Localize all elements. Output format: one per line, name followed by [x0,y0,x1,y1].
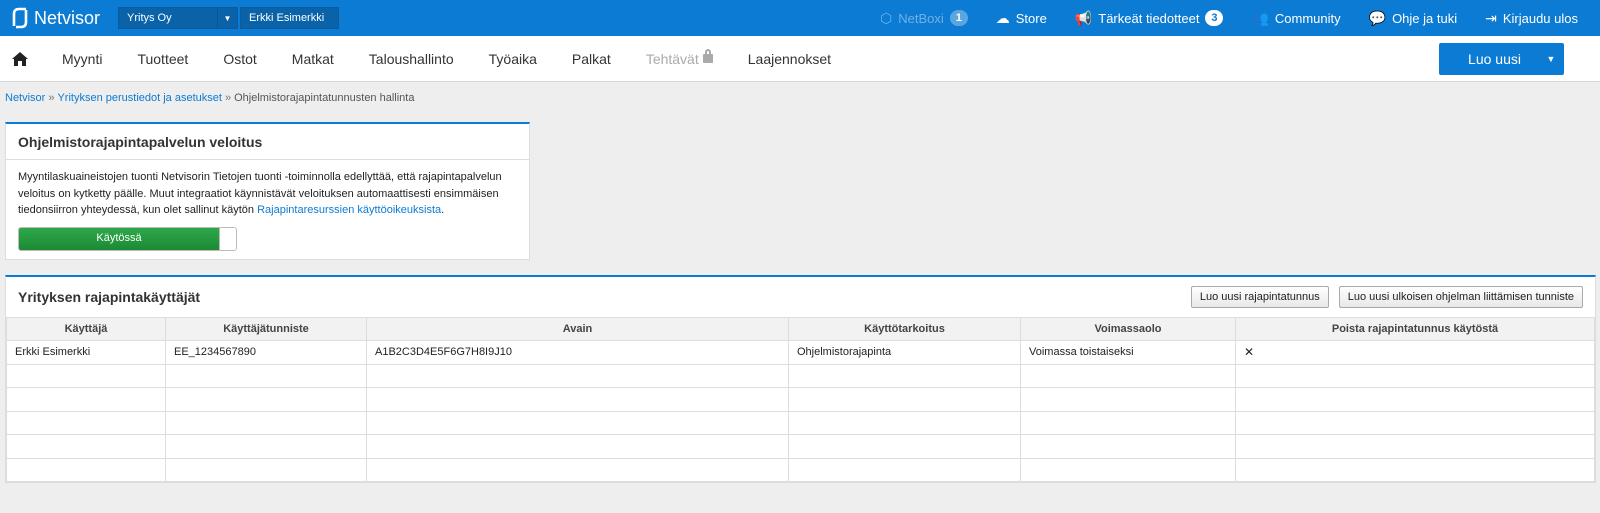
nav-tyoaika[interactable]: Työaika [489,51,537,67]
breadcrumb-separator: » [224,92,232,104]
logo[interactable]: Netvisor [10,6,118,30]
netvisor-logo-icon [12,7,28,29]
cell-user: Erkki Esimerkki [6,340,166,365]
table-row: Erkki Esimerkki EE_1234567890 A1B2C3D4E5… [6,340,1595,365]
breadcrumb-company-settings[interactable]: Yrityksen perustiedot ja asetukset [57,92,221,104]
new-external-id-button[interactable]: Luo uusi ulkoisen ohjelman liittämisen t… [1338,286,1583,308]
column-header[interactable]: Voimassaolo [1020,317,1236,341]
cell-user-id: EE_1234567890 [165,340,367,365]
help-label: Ohje ja tuki [1392,10,1458,26]
cell-key: A1B2C3D4E5F6G7H8I9J10 [366,340,789,365]
new-api-id-button[interactable]: Luo uusi rajapintatunnus [1190,286,1329,308]
logout-icon: ⇥ [1485,9,1497,26]
announcements-link[interactable]: 📢 Tärkeät tiedotteet 3 [1075,10,1224,27]
logout-label: Kirjaudu ulos [1502,10,1578,26]
table-row [6,410,1595,435]
nav-tuotteet[interactable]: Tuotteet [137,51,188,67]
lock-icon [702,48,713,63]
table-row [6,387,1595,412]
table-row [6,363,1595,388]
api-users-table: Käyttäjä Käyttäjätunniste Avain Käyttöta… [6,317,1595,482]
nav-myynti[interactable]: Myynti [62,51,102,67]
store-label: Store [1015,10,1047,26]
community-label: Community [1274,10,1341,26]
toggle-knob[interactable] [219,227,236,250]
cell-validity: Voimassa toistaiseksi [1020,340,1236,365]
netboxi-link[interactable]: ⬡ NetBoxi 1 [880,10,968,27]
user-select-value: Erkki Esimerkki [249,12,325,24]
column-header[interactable]: Käyttäjä [6,317,166,341]
cell-purpose: Ohjelmistorajapinta [788,340,1021,365]
billing-toggle-label: Käytössä [19,227,219,250]
nav-tehtavat-label: Tehtävät [645,50,699,67]
breadcrumb-separator: » [48,92,55,104]
community-link[interactable]: 👥 Community [1251,10,1340,27]
api-permissions-link[interactable]: Rajapintaresurssien käyttöoikeuksista [257,204,441,216]
caret-down-icon[interactable]: ▼ [1538,54,1564,64]
box-icon: ⬡ [879,9,893,26]
api-users-title: Yrityksen rajapintakäyttäjät [18,289,201,305]
netboxi-label: NetBoxi [898,10,944,26]
column-header[interactable]: Poista rajapintatunnus käytöstä [1235,317,1595,341]
chevron-down-icon[interactable]: ▼ [217,8,237,28]
column-header[interactable]: Käyttötarkoitus [788,317,1021,341]
company-select-value: Yritys Oy [127,12,172,24]
api-users-panel: Yrityksen rajapintakäyttäjät Luo uusi ra… [5,275,1596,483]
nav-matkat[interactable]: Matkat [292,51,334,67]
help-icon: 💬 [1368,9,1387,26]
breadcrumb: Netvisor» Yrityksen perustiedot ja asetuk… [0,82,1600,112]
billing-text-line1: Myyntilaskuaineistojen tuonti Netvisorin… [18,171,502,183]
logout-link[interactable]: ⇥ Kirjaudu ulos [1485,10,1578,27]
announcements-badge: 3 [1205,10,1224,26]
cloud-icon: ☁ [995,9,1010,26]
netboxi-badge: 1 [949,10,968,26]
logo-text: Netvisor [34,7,101,28]
announcements-label: Tärkeät tiedotteet [1098,10,1200,26]
main-nav: Myynti Tuotteet Ostot Matkat Taloushalli… [0,36,1600,82]
create-new-button[interactable]: Luo uusi ▼ [1439,42,1564,75]
nav-taloushallinto[interactable]: Taloushallinto [369,51,454,67]
help-link[interactable]: 💬 Ohje ja tuki [1369,10,1457,27]
breadcrumb-netvisor[interactable]: Netvisor [5,92,45,104]
nav-ostot[interactable]: Ostot [223,51,256,67]
create-new-label: Luo uusi [1468,50,1521,67]
table-row [6,434,1595,459]
billing-panel-title: Ohjelmistorajapintapalvelun veloitus [6,124,529,160]
billing-text-line3-wrap: tiedonsiirron yhteydessä, kun olet salli… [18,204,445,216]
column-header[interactable]: Käyttäjätunniste [165,317,367,341]
users-icon: 👥 [1251,9,1269,26]
table-row [6,457,1595,482]
home-icon[interactable] [12,51,28,66]
billing-panel: Ohjelmistorajapintapalvelun veloitus Myy… [5,122,530,260]
billing-toggle[interactable]: Käytössä [18,226,237,251]
megaphone-icon: 📢 [1074,9,1093,26]
column-header[interactable]: Avain [366,317,789,341]
nav-tehtavat: Tehtävät [645,48,713,67]
remove-icon[interactable]: ✕ [1235,340,1595,365]
table-header-row: Käyttäjä Käyttäjätunniste Avain Käyttöta… [6,317,1595,341]
user-select[interactable]: Erkki Esimerkki [240,7,339,29]
billing-text-line3: tiedonsiirron yhteydessä, kun olet salli… [18,204,255,216]
top-bar: Netvisor Yritys Oy ▼ Erkki Esimerkki ⬡ N… [0,0,1600,36]
company-select[interactable]: Yritys Oy ▼ [118,7,238,29]
nav-laajennokset[interactable]: Laajennokset [748,51,831,67]
billing-text-line2: veloitus on kytketty päälle. Muut integr… [18,187,499,200]
nav-palkat[interactable]: Palkat [572,51,611,67]
store-link[interactable]: ☁ Store [996,10,1047,27]
breadcrumb-current: Ohjelmistorajapintatunnusten hallinta [234,92,415,104]
